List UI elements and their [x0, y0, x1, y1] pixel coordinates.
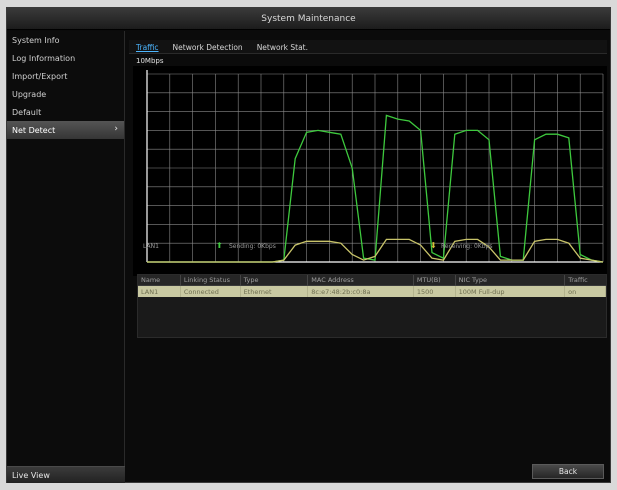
sidebar: System Info Log Information Import/Expor… [7, 31, 125, 483]
sidebar-item-system-info[interactable]: System Info [7, 31, 124, 49]
tab-network-stat[interactable]: Network Stat. [250, 40, 315, 54]
table-cell: Connected [181, 286, 241, 297]
sidebar-item-log-information[interactable]: Log Information [7, 49, 124, 67]
system-maintenance-window: System Maintenance System Info Log Infor… [6, 7, 611, 483]
tab-network-detection[interactable]: Network Detection [166, 40, 250, 54]
column-header: Name [138, 274, 181, 286]
column-header: Linking Status [181, 274, 241, 286]
column-header: MAC Address [308, 274, 414, 286]
tab-traffic[interactable]: Traffic [129, 40, 166, 54]
net-detect-panel: Traffic Network Detection Network Stat. … [129, 38, 607, 478]
arrow-up-icon: ⬆ [216, 241, 223, 250]
legend-sending: Sending: 0Kbps [229, 243, 276, 250]
graph-unit-label: 10Mbps [136, 57, 164, 65]
chevron-right-icon: › [114, 124, 118, 134]
table-row[interactable]: LAN1 Connected Ethernet 8c:e7:48:2b:c0:8… [138, 286, 606, 297]
legend-interface: LAN1 [143, 243, 159, 250]
table-cell: 8c:e7:48:2b:c0:8a [308, 286, 414, 297]
window-title: System Maintenance [7, 8, 610, 30]
live-view-button[interactable]: Live View [7, 466, 125, 483]
legend-receiving: Receiving: 0Kbps [441, 243, 493, 250]
nic-table: Name Linking Status Type MAC Address MTU… [137, 274, 607, 338]
table-cell: 1500 [414, 286, 456, 297]
sidebar-item-default[interactable]: Default [7, 103, 124, 121]
arrow-down-icon: ⬇ [430, 241, 437, 250]
tab-bar: Traffic Network Detection Network Stat. [129, 40, 607, 54]
table-cell: 100M Full-dup [456, 286, 566, 297]
column-header: NIC Type [456, 274, 566, 286]
column-header: Type [241, 274, 309, 286]
back-button[interactable]: Back [532, 464, 604, 479]
sidebar-item-import-export[interactable]: Import/Export [7, 67, 124, 85]
graph-legend: LAN1 ⬆ Sending: 0Kbps ⬇ Receiving: 0Kbps [133, 241, 607, 255]
sidebar-item-upgrade[interactable]: Upgrade [7, 85, 124, 103]
column-header: MTU(B) [414, 274, 456, 286]
table-cell: on [565, 286, 606, 297]
table-header: Name Linking Status Type MAC Address MTU… [138, 274, 606, 286]
table-cell: Ethernet [241, 286, 309, 297]
column-header: Traffic [568, 276, 588, 284]
table-cell: LAN1 [138, 286, 181, 297]
sidebar-item-net-detect[interactable]: Net Detect › [7, 121, 124, 139]
sidebar-item-label: Net Detect [12, 125, 56, 135]
